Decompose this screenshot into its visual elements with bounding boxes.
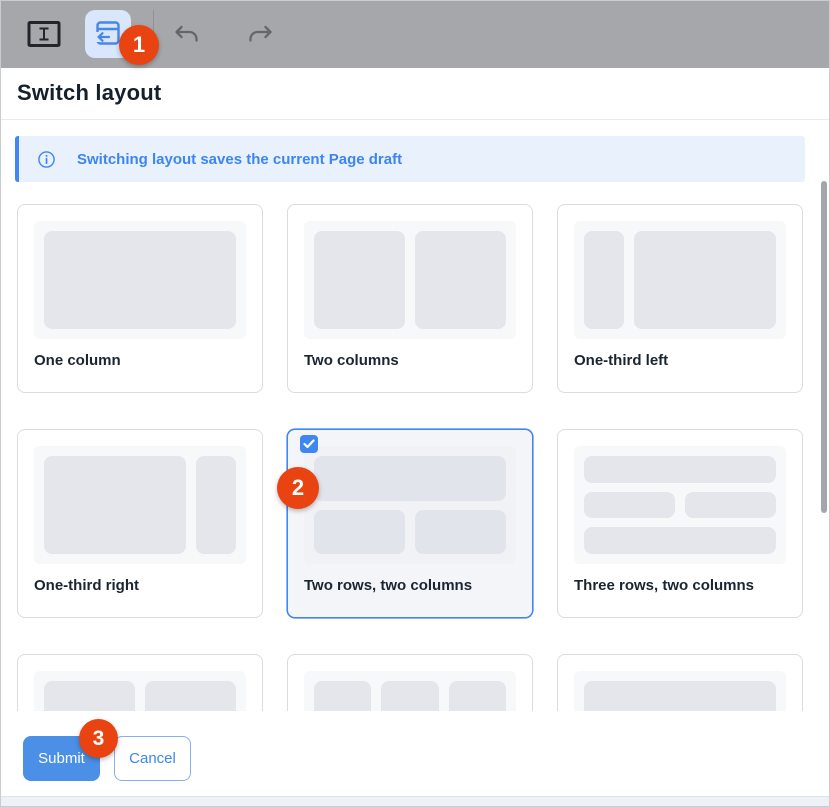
undo-icon <box>173 34 203 49</box>
layout-card-label: Three rows, two columns <box>574 577 786 594</box>
layout-preview <box>304 221 516 339</box>
layout-card[interactable]: One-third left <box>557 204 803 393</box>
switch-layout-dialog: 1 2 3 Switch layout Switching layout sav… <box>0 0 830 807</box>
layout-card[interactable]: Three rows, two columns <box>557 429 803 618</box>
layout-preview <box>34 221 246 339</box>
layout-card[interactable]: Two rows, two columns <box>287 429 533 618</box>
layout-preview-block <box>415 231 506 329</box>
layout-preview-block <box>584 231 624 329</box>
step-badge-1: 1 <box>119 25 159 65</box>
layout-preview-block <box>685 492 776 519</box>
info-icon <box>37 150 56 169</box>
layout-preview <box>304 446 516 564</box>
info-banner-text: Switching layout saves the current Page … <box>77 151 402 168</box>
dialog-footer: Submit Cancel <box>1 711 829 796</box>
layout-preview-block <box>584 456 776 483</box>
layout-card-label: One column <box>34 352 246 369</box>
info-banner: Switching layout saves the current Page … <box>15 136 805 182</box>
page-background-strip <box>1 796 829 807</box>
layout-card[interactable]: Two columns <box>287 204 533 393</box>
layout-preview-block <box>44 231 236 329</box>
layout-preview-block <box>44 456 186 554</box>
scrollbar-thumb[interactable] <box>821 181 827 513</box>
layout-card[interactable]: One column <box>17 204 263 393</box>
redo-icon <box>244 34 274 49</box>
layout-preview-block <box>584 492 675 519</box>
layout-preview-block <box>314 231 405 329</box>
layout-card-label: Two rows, two columns <box>304 577 516 594</box>
layout-preview-block <box>415 510 506 555</box>
layout-preview <box>574 446 786 564</box>
layout-card-label: One-third right <box>34 577 246 594</box>
layout-preview-block <box>314 510 405 555</box>
text-field-icon <box>27 36 61 51</box>
text-field-button[interactable] <box>27 20 61 48</box>
layout-preview-block <box>196 456 236 554</box>
layout-card-label: Two columns <box>304 352 516 369</box>
layout-card[interactable]: One-third right <box>17 429 263 618</box>
undo-button[interactable] <box>173 23 203 49</box>
layout-preview <box>574 221 786 339</box>
layout-preview-block <box>314 456 506 501</box>
layout-card-label: One-third left <box>574 352 786 369</box>
cancel-button[interactable]: Cancel <box>114 736 191 781</box>
dialog-title: Switch layout <box>17 80 161 106</box>
layout-preview <box>34 446 246 564</box>
layout-preview-block <box>584 527 776 554</box>
step-badge-2: 2 <box>277 467 319 509</box>
step-badge-3: 3 <box>79 719 118 758</box>
layout-preview-block <box>634 231 776 329</box>
redo-button[interactable] <box>244 23 274 49</box>
dialog-header: Switch layout <box>1 68 829 120</box>
selected-checkbox[interactable] <box>300 435 318 453</box>
